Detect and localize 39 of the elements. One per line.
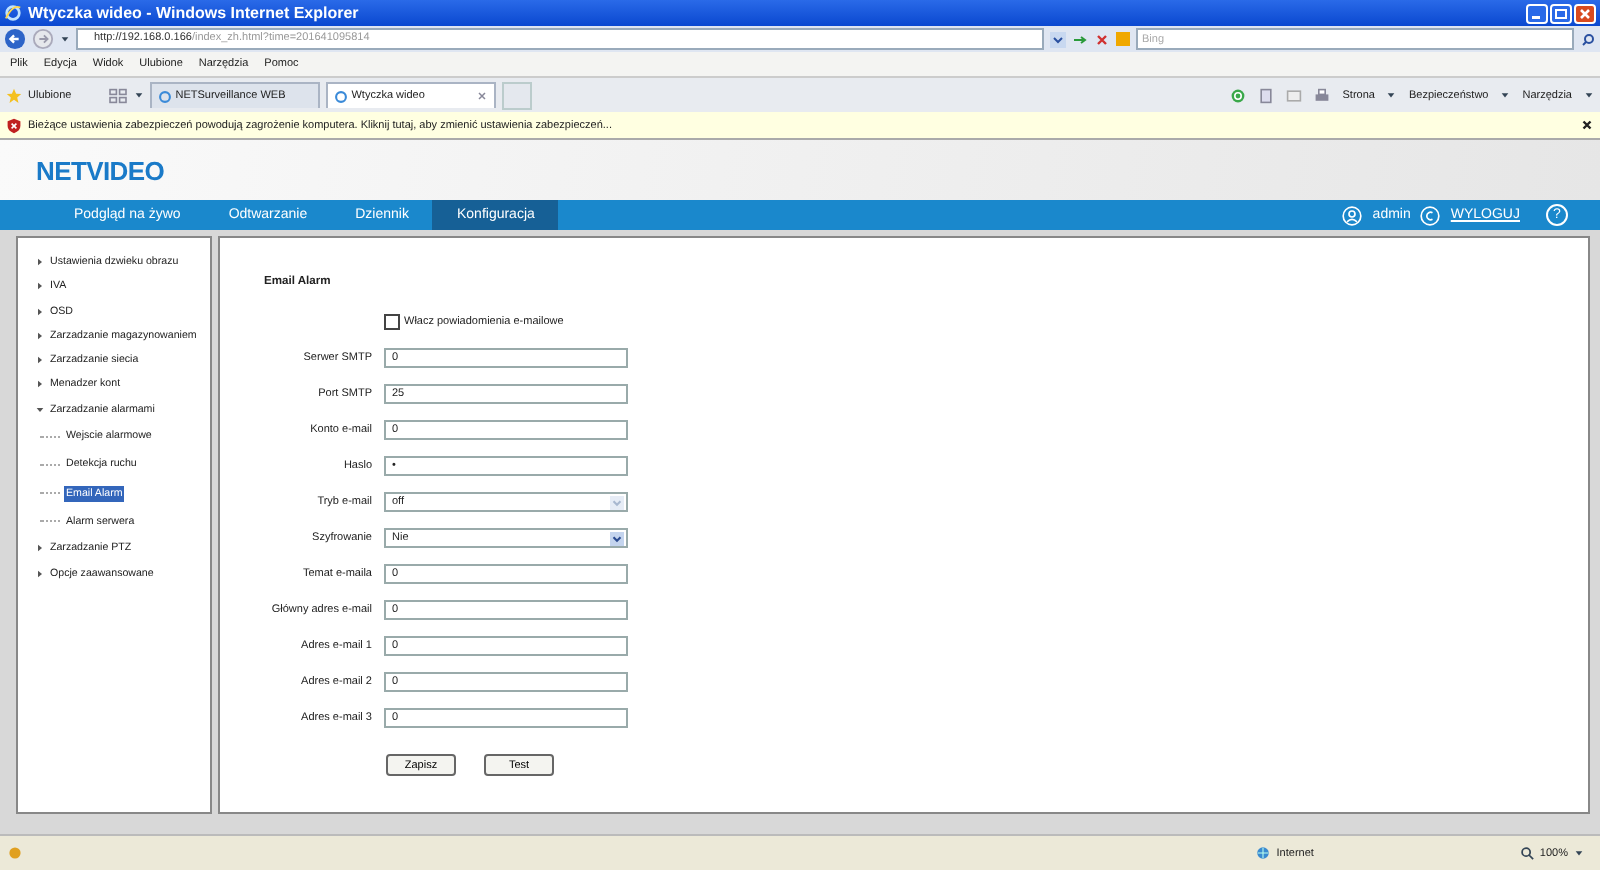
shield-warning-icon (6, 117, 22, 133)
close-icon[interactable] (1580, 118, 1594, 132)
caret-icon[interactable] (36, 569, 44, 578)
window-title: Wtyczka wideo - Windows Internet Explorer (28, 4, 359, 22)
search-icon[interactable] (1580, 31, 1596, 47)
search-icon (1519, 846, 1534, 860)
minimize-button[interactable] (1526, 3, 1548, 23)
caret-icon[interactable] (36, 258, 44, 266)
stop-icon[interactable] (1094, 31, 1110, 47)
dropdown-arrow-icon[interactable] (610, 531, 624, 545)
restore-button[interactable] (1550, 3, 1572, 23)
globe-icon (1256, 846, 1271, 860)
dropdown-arrow-icon[interactable] (1050, 31, 1066, 47)
star-icon[interactable] (6, 87, 22, 103)
refresh-icon[interactable] (1072, 31, 1088, 47)
checkbox[interactable] (384, 314, 400, 330)
caret-icon[interactable] (36, 282, 44, 291)
logout-icon[interactable] (1420, 205, 1441, 225)
caret-icon[interactable] (36, 307, 44, 316)
warning-icon (8, 846, 22, 860)
browser-logo-icon (4, 4, 22, 22)
caret-icon[interactable] (36, 380, 44, 389)
caret-icon[interactable] (36, 331, 44, 340)
dropdown-arrow-icon[interactable] (133, 90, 144, 100)
close-button[interactable] (1574, 3, 1596, 23)
page-icon (333, 89, 348, 103)
user-icon (1342, 205, 1363, 225)
caret-icon[interactable] (1584, 90, 1594, 100)
page-icon (157, 89, 172, 103)
logo: NETVIDEO (36, 155, 165, 185)
back-button[interactable] (4, 28, 26, 50)
caret-icon[interactable] (1574, 848, 1584, 858)
caret-icon[interactable] (1500, 90, 1511, 100)
caret-icon[interactable] (36, 356, 44, 365)
caret-icon[interactable] (36, 544, 44, 553)
home-icon[interactable] (1230, 87, 1247, 103)
print-icon[interactable] (1314, 87, 1331, 103)
caret-icon[interactable] (1386, 90, 1397, 100)
dropdown-arrow-icon[interactable] (60, 34, 70, 44)
